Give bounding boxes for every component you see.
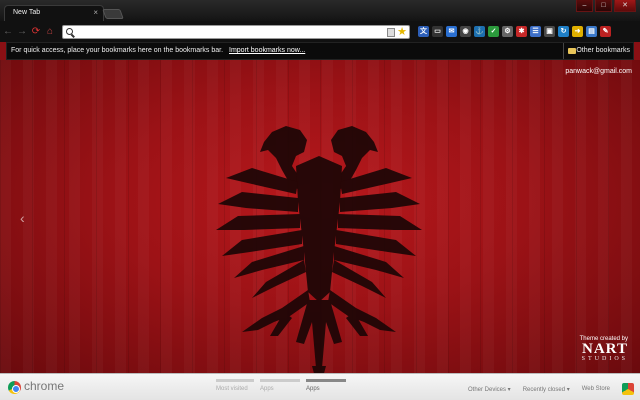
chrome-logo-icon [8, 381, 21, 394]
address-input[interactable] [75, 25, 385, 38]
ntp-page-switcher: Most visited Apps Apps [216, 379, 346, 392]
recently-closed-menu[interactable]: Recently closed ▾ [523, 386, 570, 393]
record-icon[interactable]: ◉ [460, 26, 471, 37]
tab-apps-2[interactable]: Apps [306, 379, 346, 392]
import-bookmarks-link[interactable]: Import bookmarks now... [229, 47, 305, 54]
tab-most-visited[interactable]: Most visited [216, 379, 254, 392]
refresh-ext-icon[interactable]: ↻ [558, 26, 569, 37]
omnibox[interactable]: ★ [62, 24, 410, 39]
tab-new-tab[interactable]: New Tab × [4, 5, 104, 21]
web-store-link[interactable]: Web Store [582, 386, 610, 392]
translate-icon[interactable]: 文 [418, 26, 429, 37]
bookmark-star-icon[interactable]: ★ [397, 25, 407, 38]
close-button[interactable]: ✕ [614, 0, 636, 12]
back-button[interactable]: ← [2, 25, 14, 39]
page-action-icon[interactable] [387, 27, 395, 37]
check-icon[interactable]: ✓ [488, 26, 499, 37]
chat-icon[interactable]: ✉ [446, 26, 457, 37]
ntp-footer: chrome Most visited Apps Apps Other Devi… [0, 373, 640, 400]
other-bookmarks-label: Other bookmarks [576, 47, 630, 54]
previous-page-arrow-icon[interactable]: ‹ [20, 210, 25, 226]
theme-brand-logo: NART [582, 341, 628, 357]
double-headed-eagle-icon [216, 126, 422, 392]
home-button[interactable]: ⌂ [44, 25, 56, 39]
bookmarks-hint: For quick access, place your bookmarks h… [11, 47, 224, 54]
title-bar: New Tab × – □ ✕ [0, 0, 640, 21]
list-icon[interactable]: ☰ [530, 26, 541, 37]
chrome-wordmark: chrome [24, 379, 65, 393]
window-controls: – □ ✕ [576, 0, 636, 12]
screen-icon[interactable]: ▤ [586, 26, 597, 37]
web-store-icon[interactable] [622, 383, 634, 395]
forward-button[interactable]: → [16, 25, 28, 39]
other-devices-menu[interactable]: Other Devices ▾ [468, 386, 511, 393]
gear-icon[interactable]: ⚙ [502, 26, 513, 37]
tab-title: New Tab [13, 9, 41, 16]
arrow-ext-icon[interactable]: ➜ [572, 26, 583, 37]
user-email[interactable]: panwack@gmail.com [565, 68, 632, 75]
window-icon[interactable]: ▭ [432, 26, 443, 37]
maximize-button[interactable]: □ [595, 0, 612, 12]
box-icon[interactable]: ▣ [544, 26, 555, 37]
theme-brand-sub: STUDIOS [581, 356, 628, 362]
tab-apps-1[interactable]: Apps [260, 379, 300, 392]
other-bookmarks-button[interactable]: Other bookmarks [563, 43, 630, 59]
wrench-icon[interactable]: ✎ [600, 26, 611, 37]
browser-toolbar: ← → ⟳ ⌂ ★ 文 ▭ ✉ ◉ ⚓ ✓ ⚙ ✱ ☰ ▣ ↻ ➜ ▤ ✎ [0, 21, 640, 42]
star-ext-icon[interactable]: ✱ [516, 26, 527, 37]
new-tab-button[interactable] [102, 9, 124, 19]
anchor-icon[interactable]: ⚓ [474, 26, 485, 37]
extensions-area: 文 ▭ ✉ ◉ ⚓ ✓ ⚙ ✱ ☰ ▣ ↻ ➜ ▤ ✎ [418, 26, 611, 37]
new-tab-page: panwack@gmail.com ‹ Theme created by NAR… [0, 60, 640, 392]
footer-menus: Other Devices ▾ Recently closed ▾ Web St… [468, 383, 634, 395]
theme-credit[interactable]: Theme created by NART STUDIOS [580, 336, 628, 362]
bookmarks-bar: For quick access, place your bookmarks h… [6, 42, 634, 60]
search-icon [66, 27, 73, 35]
folder-icon [568, 48, 577, 54]
minimize-button[interactable]: – [576, 0, 593, 12]
reload-button[interactable]: ⟳ [30, 25, 42, 39]
tab-close-icon[interactable]: × [93, 6, 98, 20]
